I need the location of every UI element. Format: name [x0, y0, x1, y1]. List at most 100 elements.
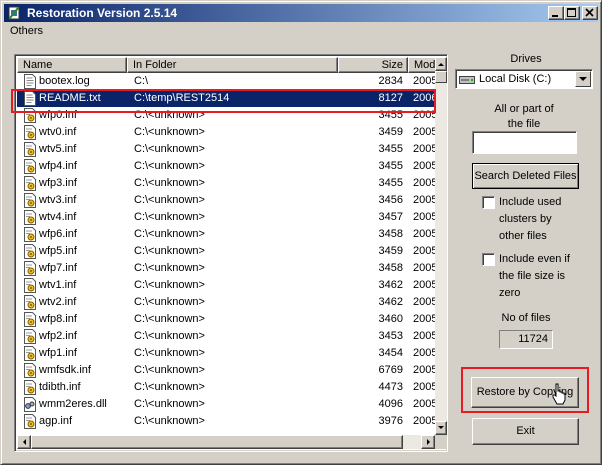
horizontal-scroll-thumb[interactable] [31, 435, 403, 449]
modified-cell: 2005 [413, 296, 435, 308]
inf-file-icon [23, 329, 37, 344]
inf-file-icon [23, 346, 37, 361]
arrow-right-icon [427, 439, 430, 445]
file-list[interactable]: Name In Folder Size Mod bootex.log C:\ 283… [14, 54, 448, 452]
size-cell: 3456 [378, 194, 403, 206]
title-bar[interactable]: Restoration Version 2.5.14 [4, 4, 598, 22]
table-row[interactable]: wtv1.inf C:\<unknown> 3462 2005 [17, 277, 435, 294]
size-cell: 3460 [378, 313, 403, 325]
dll-file-icon [23, 397, 37, 412]
inf-file-icon [23, 261, 37, 276]
table-row[interactable]: bootex.log C:\ 2834 2005 [17, 73, 435, 90]
size-cell: 8127 [378, 92, 403, 104]
table-row[interactable]: wfp6.inf C:\<unknown> 3458 2005 [17, 226, 435, 243]
chevron-down-icon [579, 77, 587, 81]
inf-file-icon [23, 380, 37, 395]
size-cell: 4473 [378, 381, 403, 393]
size-cell: 3458 [378, 228, 403, 240]
column-header-name[interactable]: Name [17, 57, 127, 73]
minimize-button[interactable] [548, 6, 564, 20]
table-row[interactable]: wfp0.inf C:\<unknown> 3455 2005 [17, 107, 435, 124]
inf-file-icon [23, 244, 37, 259]
drive-dropdown-button[interactable] [575, 71, 591, 87]
search-deleted-files-button[interactable]: Search Deleted Files [472, 163, 579, 189]
modified-cell: 2005 [413, 228, 435, 240]
table-row[interactable]: wfp8.inf C:\<unknown> 3460 2005 [17, 311, 435, 328]
file-name-cell: wtv4.inf [39, 211, 77, 223]
table-row[interactable]: wtv5.inf C:\<unknown> 3455 2005 [17, 141, 435, 158]
file-name-cell: wtv2.inf [39, 296, 77, 308]
size-cell: 4096 [378, 398, 403, 410]
inf-file-icon [23, 142, 37, 157]
scroll-left-button[interactable] [17, 435, 31, 449]
folder-cell: C:\<unknown> [134, 211, 205, 223]
exit-button[interactable]: Exit [472, 418, 579, 445]
scroll-up-button[interactable] [435, 57, 447, 71]
modified-cell: 2005 [413, 279, 435, 291]
file-name-cell: wmm2eres.dll [39, 398, 107, 410]
folder-cell: C:\<unknown> [134, 398, 205, 410]
app-icon [8, 6, 20, 20]
file-name-cell: wfp6.inf [39, 228, 77, 240]
column-header-size[interactable]: Size [338, 57, 408, 73]
menu-bar: Others [4, 23, 598, 41]
folder-cell: C:\<unknown> [134, 262, 205, 274]
folder-cell: C:\<unknown> [134, 279, 205, 291]
table-row[interactable]: wfp3.inf C:\<unknown> 3455 2005 [17, 175, 435, 192]
size-cell: 3455 [378, 177, 403, 189]
inf-file-icon [23, 278, 37, 293]
table-row[interactable]: wmm2eres.dll C:\<unknown> 4096 2005 [17, 396, 435, 413]
list-body: bootex.log C:\ 2834 2005 README.txt C:\temp\R… [17, 73, 435, 435]
vertical-scroll-thumb[interactable] [435, 71, 447, 83]
include-zero-size-checkbox[interactable] [482, 253, 495, 266]
table-row[interactable]: wtv2.inf C:\<unknown> 3462 2005 [17, 294, 435, 311]
include-zero-line3: zero [499, 287, 521, 299]
size-cell: 3453 [378, 330, 403, 342]
drive-select[interactable]: Local Disk (C:) [455, 69, 593, 89]
list-header: Name In Folder Size Mod [17, 57, 447, 73]
modified-cell: 2005 [413, 211, 435, 223]
include-used-clusters-label: Include used clusters by other files [499, 194, 561, 245]
table-row[interactable]: wtv4.inf C:\<unknown> 3457 2005 [17, 209, 435, 226]
include-zero-size-label: Include even if the file size is zero [499, 251, 570, 302]
file-filter-label: All or part of the file [479, 102, 569, 132]
table-row[interactable]: wfp5.inf C:\<unknown> 3459 2005 [17, 243, 435, 260]
inf-file-icon [23, 227, 37, 242]
table-row[interactable]: wfp7.inf C:\<unknown> 3458 2005 [17, 260, 435, 277]
vertical-scrollbar[interactable] [435, 57, 447, 435]
folder-cell: C:\<unknown> [134, 194, 205, 206]
table-row[interactable]: wfp4.inf C:\<unknown> 3455 2005 [17, 158, 435, 175]
file-filter-input[interactable] [472, 131, 577, 154]
table-row[interactable]: wtv0.inf C:\<unknown> 3459 2005 [17, 124, 435, 141]
file-filter-label-line1: All or part of [494, 103, 554, 115]
size-cell: 3976 [378, 415, 403, 427]
folder-cell: C:\<unknown> [134, 109, 205, 121]
restore-by-copying-button[interactable]: Restore by Copying [471, 377, 579, 408]
close-button[interactable] [582, 6, 598, 20]
scroll-right-button[interactable] [421, 435, 435, 449]
table-row[interactable]: tdibth.inf C:\<unknown> 4473 2005 [17, 379, 435, 396]
table-row[interactable]: wfp2.inf C:\<unknown> 3453 2005 [17, 328, 435, 345]
scroll-down-button[interactable] [435, 421, 447, 435]
size-cell: 3455 [378, 143, 403, 155]
modified-cell: 2005 [413, 177, 435, 189]
table-row[interactable]: wtv3.inf C:\<unknown> 3456 2005 [17, 192, 435, 209]
modified-cell: 2005 [413, 194, 435, 206]
column-header-folder[interactable]: In Folder [127, 57, 338, 73]
modified-cell: 2005 [413, 415, 435, 427]
table-row[interactable]: wmfsdk.inf C:\<unknown> 6769 2005 [17, 362, 435, 379]
text-file-icon [23, 74, 37, 89]
table-row[interactable]: agp.inf C:\<unknown> 3976 2005 [17, 413, 435, 430]
file-count-label: No of files [501, 312, 551, 324]
modified-cell: 2005 [413, 347, 435, 359]
scrollbar-corner [435, 435, 447, 449]
maximize-button[interactable] [564, 6, 580, 20]
menu-others[interactable]: Others [10, 25, 43, 37]
drives-label: Drives [510, 53, 542, 65]
horizontal-scrollbar[interactable] [17, 435, 435, 449]
folder-cell: C:\<unknown> [134, 160, 205, 172]
inf-file-icon [23, 363, 37, 378]
table-row[interactable]: README.txt C:\temp\REST2514 8127 2006 [17, 90, 435, 107]
include-used-clusters-checkbox[interactable] [482, 196, 495, 209]
table-row[interactable]: wfp1.inf C:\<unknown> 3454 2005 [17, 345, 435, 362]
